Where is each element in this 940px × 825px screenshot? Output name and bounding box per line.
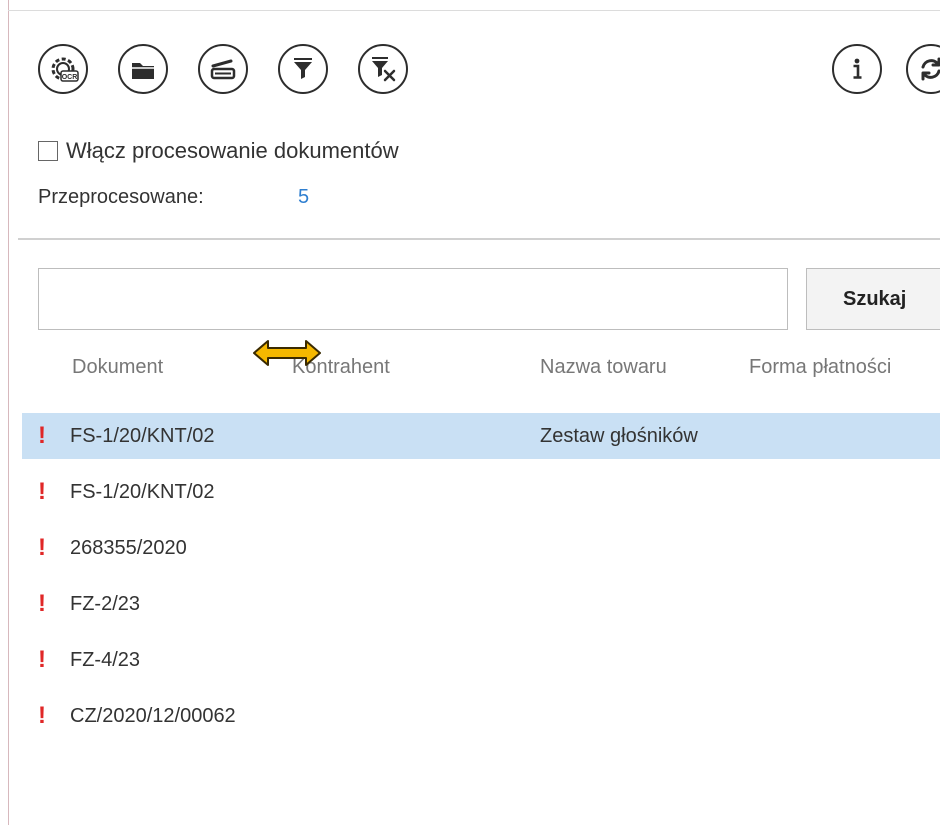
cell-dokument: FZ-2/23 — [70, 592, 141, 615]
scanner-button[interactable] — [198, 44, 248, 94]
cell-dokument: CZ/2020/12/00062 — [70, 704, 236, 727]
scanner-icon — [210, 59, 236, 80]
search-button[interactable]: Szukaj — [806, 268, 940, 330]
table-row[interactable]: ! 268355/2020 — [22, 525, 940, 571]
column-resize-cursor-icon — [253, 340, 321, 366]
column-header-nazwa-towaru[interactable]: Nazwa towaru — [540, 356, 667, 379]
table-row[interactable]: ! CZ/2020/12/00062 — [22, 693, 940, 739]
toolbar: OCR — [38, 44, 940, 102]
cell-dokument: FZ-4/23 — [70, 648, 141, 671]
refresh-button[interactable] — [906, 44, 940, 94]
error-flag-icon: ! — [38, 646, 46, 673]
search-input[interactable] — [38, 268, 788, 330]
filter-icon — [294, 58, 312, 79]
enable-processing-checkbox[interactable] — [38, 141, 58, 161]
table-row[interactable]: ! FZ-2/23 — [22, 581, 940, 627]
table-row[interactable]: ! FS-1/20/KNT/02 Zestaw głośników — [22, 413, 940, 459]
processed-counter: Przeprocesowane: 5 — [38, 186, 309, 209]
column-header-forma-platnosci[interactable]: Forma płatności — [749, 356, 891, 379]
cell-dokument: FS-1/20/KNT/02 — [70, 424, 215, 447]
error-flag-icon: ! — [38, 534, 46, 561]
window-left-border — [8, 0, 9, 825]
window-top-border — [8, 10, 940, 11]
error-flag-icon: ! — [38, 702, 46, 729]
table-row[interactable]: ! FS-1/20/KNT/02 — [22, 469, 940, 515]
folder-icon — [132, 63, 154, 79]
filter-clear-icon — [372, 57, 396, 82]
filter-button[interactable] — [278, 44, 328, 94]
refresh-icon — [921, 57, 940, 81]
ocr-icon-text: OCR — [62, 74, 78, 81]
cell-nazwa-towaru: Zestaw głośników — [540, 424, 698, 447]
ocr-settings-button[interactable]: OCR — [38, 44, 88, 94]
error-flag-icon: ! — [38, 590, 46, 617]
error-flag-icon: ! — [38, 478, 46, 505]
enable-processing-label: Włącz procesowanie dokumentów — [66, 138, 399, 163]
processed-count: 5 — [298, 186, 310, 208]
open-folder-button[interactable] — [118, 44, 168, 94]
column-header-dokument[interactable]: Dokument — [72, 356, 163, 379]
processed-label: Przeprocesowane: — [38, 186, 204, 208]
cell-dokument: FS-1/20/KNT/02 — [70, 480, 215, 503]
cell-dokument: 268355/2020 — [70, 536, 187, 559]
processing-toggle-row: Włącz procesowanie dokumentów — [38, 138, 399, 164]
error-flag-icon: ! — [38, 422, 46, 449]
gear-ocr-icon: OCR — [51, 57, 79, 82]
info-icon — [853, 58, 862, 79]
info-button[interactable] — [832, 44, 882, 94]
clear-filter-button[interactable] — [358, 44, 408, 94]
table-row[interactable]: ! FZ-4/23 — [22, 637, 940, 683]
section-divider — [18, 238, 940, 240]
